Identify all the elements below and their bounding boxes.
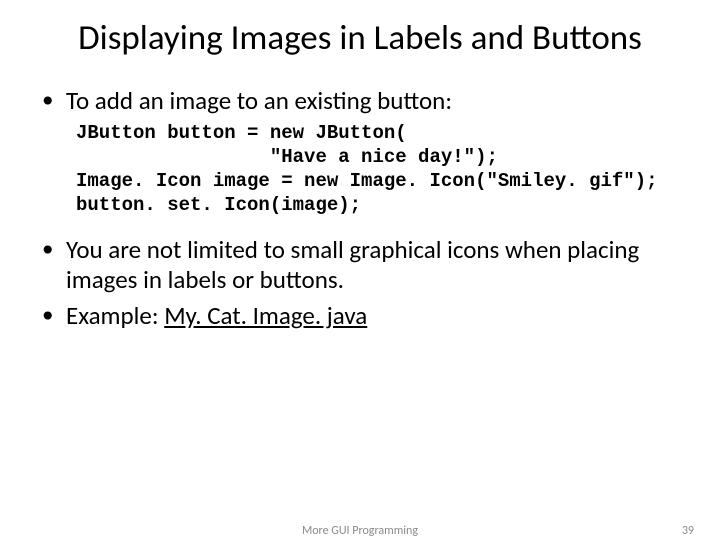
example-link: My. Cat. Image. java [164,300,367,331]
bullet-2: You are not limited to small graphical i… [40,235,690,295]
bullet-2-text: You are not limited to small graphical i… [66,234,639,295]
slide-body-continued: You are not limited to small graphical i… [30,235,690,331]
bullet-3: Example: My. Cat. Image. java [40,301,690,331]
slide: Displaying Images in Labels and Buttons … [0,0,720,540]
slide-body: To add an image to an existing button: [30,86,690,116]
slide-title: Displaying Images in Labels and Buttons [30,18,690,58]
code-block: JButton button = new JButton( "Have a ni… [76,122,690,217]
bullet-1: To add an image to an existing button: [40,86,690,116]
footer-text: More GUI Programming [0,524,720,538]
bullet-1-text: To add an image to an existing button: [66,85,452,116]
page-number: 39 [682,524,694,538]
bullet-3-prefix: Example: [66,300,164,331]
